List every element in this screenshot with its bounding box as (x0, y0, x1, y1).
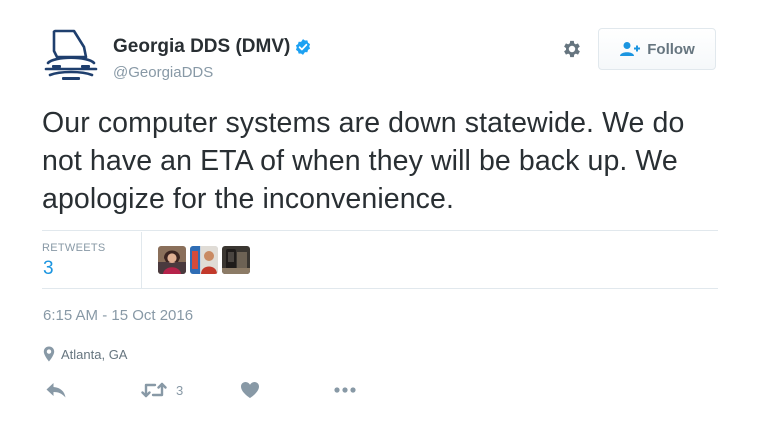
retweet-action-count: 3 (176, 382, 184, 398)
follow-person-icon (619, 41, 641, 57)
retweets-label: RETWEETS (42, 242, 106, 254)
follow-button[interactable]: Follow (598, 28, 716, 70)
retweeter-avatars (158, 246, 250, 274)
like-button[interactable] (240, 378, 260, 402)
tweet-text: Our computer systems are down statewide.… (42, 107, 685, 215)
tweet-timestamp[interactable]: 6:15 AM - 15 Oct 2016 (43, 307, 193, 324)
account-handle[interactable]: @GeorgiaDDS (113, 64, 213, 81)
retweets-stat[interactable]: RETWEETS 3 (42, 236, 142, 286)
retweeter-avatar[interactable] (190, 246, 218, 274)
verified-badge-icon (294, 38, 312, 56)
location-pin-icon (43, 346, 55, 362)
tweet-card: Georgia DDS (DMV) @GeorgiaDDS Follow Our… (0, 0, 764, 432)
stat-separator (141, 232, 142, 288)
retweeter-avatar[interactable] (222, 246, 250, 274)
gear-icon[interactable] (561, 38, 583, 60)
heart-icon (240, 381, 260, 399)
tweet-location[interactable]: Atlanta, GA (43, 346, 127, 362)
reply-button[interactable] (45, 378, 67, 402)
more-icon (333, 386, 357, 394)
more-options-button[interactable] (333, 378, 357, 402)
account-name[interactable]: Georgia DDS (DMV) (113, 36, 312, 58)
account-name-text: Georgia DDS (DMV) (113, 36, 291, 57)
divider (42, 230, 718, 231)
retweet-icon (141, 381, 167, 399)
divider (42, 288, 718, 289)
location-text: Atlanta, GA (61, 346, 128, 362)
retweeter-avatar[interactable] (158, 246, 186, 274)
reply-icon (45, 381, 67, 399)
retweet-button[interactable]: 3 (141, 378, 183, 402)
retweets-count: 3 (43, 258, 54, 279)
georgia-dds-logo-icon (44, 29, 98, 80)
account-avatar[interactable] (40, 25, 102, 87)
follow-button-label: Follow (647, 40, 695, 58)
